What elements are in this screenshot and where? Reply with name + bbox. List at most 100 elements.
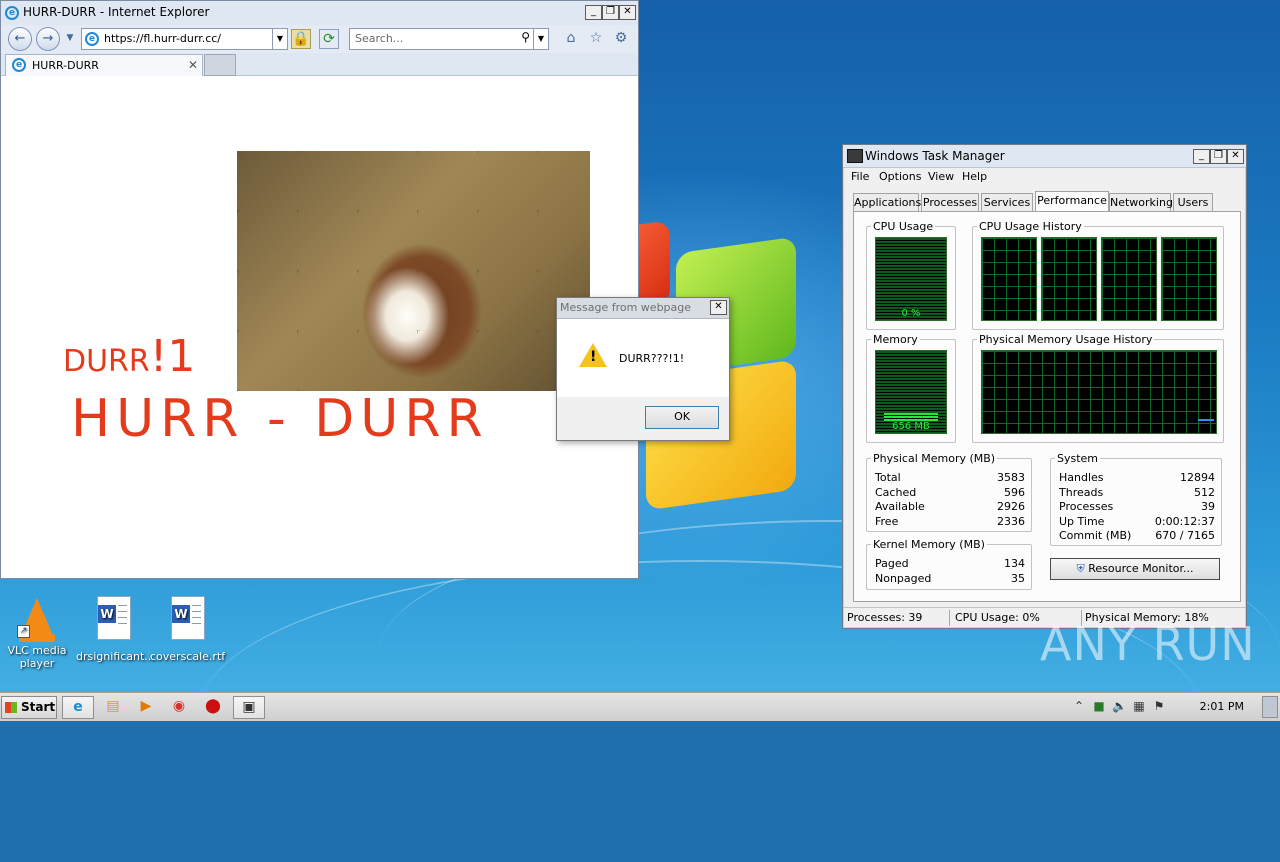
back-button[interactable]: ←	[8, 27, 32, 51]
system-group: System Handles 12894 Threads 512 Processes…	[1050, 452, 1222, 546]
resource-monitor-button[interactable]: ⛨ Resource Monitor...	[1050, 558, 1220, 580]
bulldog-image	[237, 151, 590, 391]
stat-value: 12894	[1180, 471, 1215, 484]
tab-close-icon[interactable]: ✕	[188, 58, 198, 72]
tray-overflow-icon[interactable]: ⌃	[1072, 699, 1086, 713]
taskbar-chrome-icon[interactable]: ◉	[164, 696, 194, 717]
tab-networking[interactable]: Networking	[1109, 193, 1173, 212]
tab-label: HURR-DURR	[32, 59, 99, 72]
desktop-icon-coverscale[interactable]: W coverscale.rtf	[150, 596, 226, 663]
restore-button[interactable]: ❐	[1210, 149, 1227, 164]
favorites-star-icon[interactable]: ☆	[587, 29, 605, 47]
stat-value: 670 / 7165	[1155, 529, 1215, 542]
shield-icon: ⛨	[1076, 562, 1085, 575]
durr-exclaim-text: !1	[149, 331, 196, 382]
home-icon[interactable]: ⌂	[562, 29, 580, 47]
memory-history-line	[1198, 419, 1214, 421]
minimize-button[interactable]: _	[1193, 149, 1210, 164]
tab-processes[interactable]: Processes	[921, 193, 979, 212]
taskbar-internet-explorer[interactable]: e	[62, 696, 94, 719]
restore-button[interactable]: ❐	[602, 5, 619, 20]
stat-row: Available 2926	[875, 500, 1025, 514]
close-button[interactable]: ✕	[1227, 149, 1244, 164]
cpu-core-graph	[1041, 237, 1097, 321]
stat-row: Handles 12894	[1059, 471, 1215, 485]
performance-panel: CPU Usage 0 % CPU Usage History Memory 6…	[853, 211, 1241, 602]
search-input[interactable]: Search...	[355, 32, 403, 45]
stat-key: Handles	[1059, 471, 1104, 484]
desktop-icon-label: coverscale.rtf	[150, 650, 226, 663]
stat-row: Nonpaged 35	[875, 572, 1025, 586]
menu-help[interactable]: Help	[962, 170, 987, 183]
menu-options[interactable]: Options	[879, 170, 921, 183]
tab-services[interactable]: Services	[981, 193, 1033, 212]
address-input[interactable]: https://fl.hurr-durr.cc/	[104, 32, 221, 45]
stat-value: 512	[1194, 486, 1215, 499]
warning-exclamation: !	[590, 349, 597, 365]
tray-app-icon[interactable]: ■	[1092, 699, 1106, 713]
address-dropdown-icon[interactable]: ▼	[272, 29, 287, 49]
tools-gear-icon[interactable]: ⚙	[612, 29, 630, 47]
taskbar-media-player-icon[interactable]: ▶	[131, 696, 161, 717]
cpu-usage-group: CPU Usage 0 %	[866, 220, 956, 330]
stat-value: 3583	[997, 471, 1025, 484]
anyrun-watermark: ANY RUN	[1040, 617, 1256, 671]
dialog-body: ! DURR???!1!	[557, 319, 729, 397]
tab-users[interactable]: Users	[1173, 193, 1213, 212]
forward-button[interactable]: →	[36, 27, 60, 51]
lock-icon[interactable]: 🔒	[291, 29, 311, 49]
stat-row: Cached 596	[875, 486, 1025, 500]
tm-titlebar[interactable]: Windows Task Manager _ ❐ ✕	[843, 145, 1246, 168]
cpu-usage-label: CPU Usage	[871, 220, 936, 233]
taskbar-explorer-folder-icon[interactable]: ▤	[98, 696, 128, 717]
desktop-icon-drsignificant[interactable]: W drsignificant...	[76, 596, 155, 663]
menu-view[interactable]: View	[928, 170, 954, 183]
window-title: Windows Task Manager	[865, 149, 1005, 163]
physical-memory-title: Physical Memory (MB)	[871, 452, 998, 465]
kernel-memory-title: Kernel Memory (MB)	[871, 538, 987, 551]
stat-key: Nonpaged	[875, 572, 932, 585]
cpu-core-graph	[1161, 237, 1217, 321]
minimize-button[interactable]: _	[585, 5, 602, 20]
start-button[interactable]: Start	[1, 696, 57, 719]
ok-button[interactable]: OK	[645, 406, 719, 429]
tab-applications[interactable]: Applications	[853, 193, 921, 212]
memory-history-label: Physical Memory Usage History	[977, 333, 1155, 346]
status-cpu: CPU Usage: 0%	[955, 611, 1040, 624]
tab-performance[interactable]: Performance	[1035, 191, 1109, 212]
ie-titlebar[interactable]: e HURR-DURR - Internet Explorer _ ❐ ✕	[1, 1, 638, 26]
menu-file[interactable]: File	[851, 170, 869, 183]
tab-hurr-durr[interactable]: e HURR-DURR ✕	[5, 54, 203, 76]
start-label: Start	[21, 700, 56, 714]
taskbar-opera-icon[interactable]: ⬤	[198, 696, 228, 717]
stat-value: 134	[1004, 557, 1025, 570]
clock[interactable]: 2:01 PM	[1200, 700, 1244, 713]
message-dialog: Message from webpage ✕ ! DURR???!1! OK	[556, 297, 730, 441]
network-icon[interactable]: ▦	[1132, 699, 1146, 713]
stat-value: 596	[1004, 486, 1025, 499]
close-button[interactable]: ✕	[619, 5, 636, 20]
stat-value: 2926	[997, 500, 1025, 513]
new-tab-button[interactable]	[204, 54, 236, 76]
cpu-history-label: CPU Usage History	[977, 220, 1084, 233]
dialog-titlebar[interactable]: Message from webpage ✕	[557, 298, 729, 319]
search-box[interactable]: Search... ⚲ ▼	[349, 28, 549, 50]
dialog-message: DURR???!1!	[619, 352, 685, 365]
word-document-icon: W	[165, 596, 205, 642]
desktop-icon-label: drsignificant...	[76, 650, 155, 663]
search-dropdown-icon[interactable]: ▼	[533, 29, 548, 49]
search-icon[interactable]: ⚲	[521, 30, 530, 44]
stat-row: Total 3583	[875, 471, 1025, 485]
dialog-close-button[interactable]: ✕	[710, 300, 727, 315]
taskbar-task-manager[interactable]: ▣	[233, 696, 265, 719]
volume-icon[interactable]: 🔈	[1112, 699, 1127, 713]
recent-pages-dropdown-icon[interactable]: ▼	[61, 29, 79, 47]
address-bar[interactable]: e https://fl.hurr-durr.cc/ ▼	[81, 28, 288, 50]
desktop-icon-vlc[interactable]: ↗ VLC media player	[2, 596, 72, 670]
ie-navigation-bar: ← → ▼ e https://fl.hurr-durr.cc/ ▼ 🔒 ⟳ S…	[1, 25, 638, 53]
action-center-flag-icon[interactable]: ⚑	[1152, 699, 1166, 713]
refresh-icon[interactable]: ⟳	[319, 29, 339, 49]
stat-value: 35	[1011, 572, 1025, 585]
stat-row: Up Time 0:00:12:37	[1059, 515, 1215, 529]
show-desktop-button[interactable]	[1262, 696, 1278, 718]
